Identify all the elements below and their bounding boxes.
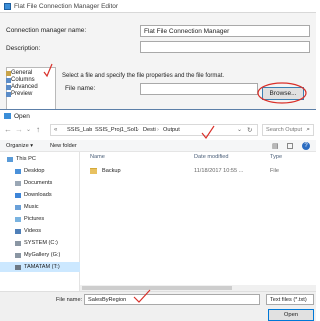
- general-checkmark-annotation: [43, 63, 53, 78]
- annotation-marks-dialog: [133, 125, 215, 303]
- annotation-marks-top: [43, 63, 307, 104]
- browse-circle-annotation: [257, 82, 307, 104]
- output-checkmark-annotation: [201, 125, 215, 140]
- filename-checkmark-annotation: [133, 289, 151, 303]
